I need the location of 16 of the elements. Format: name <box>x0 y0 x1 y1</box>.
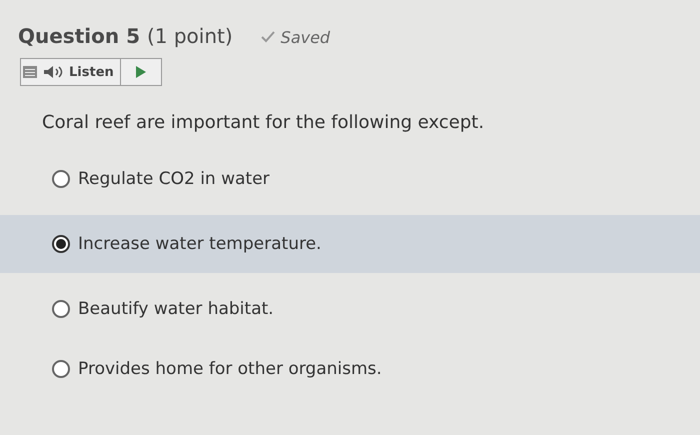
radio-button[interactable] <box>52 170 70 188</box>
radio-button[interactable] <box>52 235 70 253</box>
check-icon <box>260 31 275 43</box>
answer-option[interactable]: Increase water temperature. <box>0 215 700 273</box>
answer-option[interactable]: Beautify water habitat. <box>0 285 700 333</box>
answer-option[interactable]: Regulate CO2 in water <box>0 155 700 203</box>
question-prompt: Coral reef are important for the following except. <box>42 112 486 133</box>
saved-status: Saved <box>260 28 330 46</box>
menu-icon <box>23 66 37 78</box>
listen-button[interactable]: Listen <box>21 59 121 85</box>
answer-option[interactable]: Provides home for other organisms. <box>0 345 700 393</box>
radio-button[interactable] <box>52 300 70 318</box>
speaker-icon <box>43 65 63 79</box>
radio-button[interactable] <box>52 360 70 378</box>
play-icon <box>136 66 146 78</box>
question-title: Question 5 (1 point) <box>18 24 233 48</box>
